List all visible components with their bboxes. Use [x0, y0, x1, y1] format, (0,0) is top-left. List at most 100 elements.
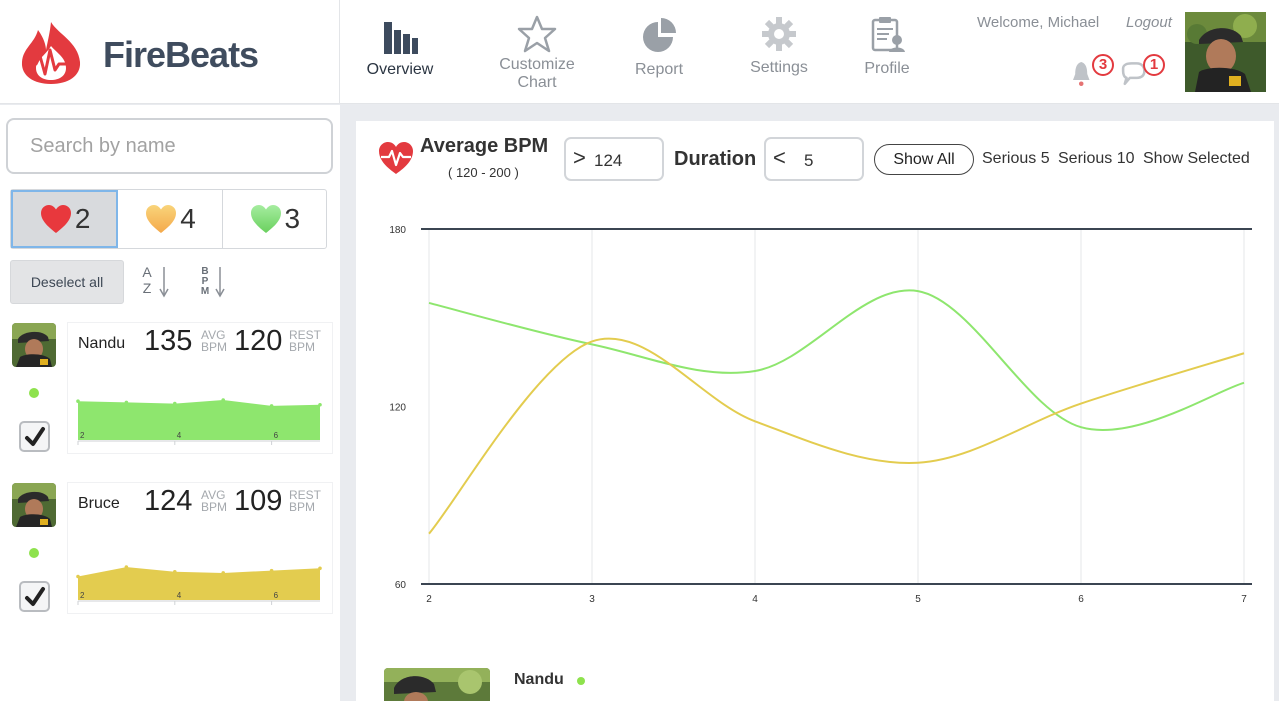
bpm-value: 124	[594, 151, 623, 170]
bpm-operator: >	[573, 145, 586, 170]
heart-rate-filter: 2 4 3	[10, 189, 327, 249]
sparkline-point	[318, 566, 322, 571]
brand-name: FireBeats	[103, 34, 259, 75]
arrow-down-icon	[215, 267, 225, 298]
firefighter-card[interactable]: Nandu 135 AVG BPM 120 REST BPM 2 4 6	[68, 323, 332, 453]
sparkline-point	[124, 565, 129, 569]
duration-operator: <	[773, 145, 786, 170]
deselect-all-button[interactable]: Deselect all	[10, 260, 124, 304]
bpm-range: ( 120 - 200 )	[448, 165, 519, 180]
x-tick-label: 6	[1078, 594, 1084, 605]
logout-link[interactable]: Logout	[1126, 14, 1172, 31]
checkmark-icon	[25, 427, 45, 446]
filter-high-button[interactable]: 2	[11, 190, 119, 248]
series-line	[428, 337, 1245, 535]
sparkline-tick-label: 4	[177, 591, 182, 600]
sparkline-chart: 2 4 6	[76, 565, 322, 605]
notifications-button[interactable]: 3	[1070, 54, 1114, 94]
sparkline-area	[78, 400, 320, 440]
sparkline-point	[221, 398, 225, 402]
serious-10-button[interactable]: Serious 10	[1058, 150, 1135, 168]
filter-low-count: 3	[284, 203, 301, 234]
duration-label: Duration	[674, 148, 757, 170]
firefighter-row[interactable]: Nandu 135 AVG BPM 120 REST BPM 2 4 6	[0, 323, 340, 463]
filter-medium-count: 4	[180, 203, 196, 234]
rest-bpm-value: 109	[234, 485, 283, 517]
firefighter-name: Bruce	[78, 495, 120, 512]
sparkline-chart: 2 4 6	[76, 398, 322, 445]
messages-button[interactable]: 1	[1118, 54, 1170, 94]
filter-medium-button[interactable]: 4	[118, 190, 223, 248]
chart-title: Average BPM	[420, 135, 549, 157]
select-checkbox[interactable]	[19, 421, 50, 452]
y-tick-label: 180	[389, 225, 406, 236]
nav-overview[interactable]: Overview	[360, 14, 440, 96]
red-heart-icon	[40, 205, 71, 233]
duration-value: 5	[804, 151, 814, 170]
nav-customize-chart[interactable]: Customize Chart	[490, 14, 584, 96]
arrow-down-icon	[159, 267, 169, 298]
top-bar: FireBeats Overview Customize Chart Report	[0, 0, 1279, 104]
brand: FireBeats	[0, 0, 340, 104]
online-indicator	[577, 677, 585, 685]
sparkline-point	[269, 568, 274, 573]
sparkline-tick-label: 6	[274, 431, 279, 440]
nav-label: Profile	[864, 60, 910, 77]
sort-az-button[interactable]: A Z	[140, 265, 176, 303]
green-heart-icon	[250, 205, 281, 233]
series-line	[428, 289, 1245, 431]
nav-report[interactable]: Report	[626, 14, 692, 96]
avg-bpm-value: 135	[144, 325, 193, 357]
firefighter-photo	[12, 483, 56, 527]
sparkline-point	[124, 400, 129, 405]
y-tick-label: 60	[395, 580, 407, 591]
welcome-text: Welcome, Michael	[977, 14, 1100, 31]
sparkline-point	[76, 399, 80, 404]
filter-high-count: 2	[74, 203, 91, 234]
firefighter-name: Nandu	[78, 335, 126, 352]
messages-badge: 1	[1143, 54, 1165, 76]
x-tick-label: 4	[752, 594, 758, 605]
rest-label-2: BPM	[289, 340, 316, 354]
firefighter-card[interactable]: Bruce 124 AVG BPM 109 REST BPM 2 4 6	[68, 483, 332, 613]
sort-bpm-b: B	[201, 266, 209, 277]
x-tick-label: 7	[1241, 594, 1247, 605]
show-selected-button[interactable]: Show Selected	[1143, 150, 1250, 168]
sparkline-area	[78, 567, 320, 600]
avg-bpm-label: AVG BPM	[201, 489, 227, 513]
bar-chart-icon	[384, 22, 418, 54]
nav-profile[interactable]: Profile	[856, 14, 918, 96]
nav-label: Customize Chart	[490, 56, 584, 92]
rest-bpm-value: 120	[234, 325, 283, 357]
bpm-line-chart: 2 3 4 5 6 7 60 120 180	[389, 225, 1252, 605]
sparkline-tick-label: 6	[274, 591, 279, 600]
firefighter-photo	[12, 323, 56, 367]
bpm-threshold-input[interactable]: > 124	[564, 137, 664, 181]
firefighter-row[interactable]: Bruce 124 AVG BPM 109 REST BPM 2 4 6	[0, 483, 340, 623]
avg-bpm-label: AVG BPM	[201, 329, 227, 353]
avg-label-2: BPM	[201, 500, 228, 514]
duration-input[interactable]: < 5	[764, 137, 864, 181]
serious-5-button[interactable]: Serious 5	[982, 150, 1050, 168]
sort-bpm-button[interactable]: B P M	[198, 265, 234, 303]
star-icon	[517, 15, 557, 53]
notifications-badge: 3	[1092, 54, 1114, 76]
nav-label: Overview	[366, 61, 434, 78]
nav-settings[interactable]: Settings	[742, 14, 816, 96]
search-input[interactable]	[6, 118, 333, 174]
nav-label: Settings	[750, 59, 808, 76]
x-tick-label: 2	[426, 594, 432, 605]
nav-label: Report	[634, 61, 684, 78]
online-indicator	[29, 548, 39, 558]
avg-label-2: BPM	[201, 340, 228, 354]
nav-label-line-1: Customize	[499, 56, 575, 73]
show-all-button[interactable]: Show All	[874, 144, 974, 175]
x-tick-label: 3	[589, 594, 595, 605]
online-indicator	[29, 388, 39, 398]
filter-low-button[interactable]: 3	[223, 190, 326, 248]
user-avatar[interactable]	[1185, 12, 1266, 92]
sidebar: 2 4 3 Deselect all A Z B P M	[0, 105, 340, 701]
avg-bpm-value: 124	[144, 485, 193, 517]
select-checkbox[interactable]	[19, 581, 50, 612]
sparkline-tick-label: 2	[80, 431, 85, 440]
